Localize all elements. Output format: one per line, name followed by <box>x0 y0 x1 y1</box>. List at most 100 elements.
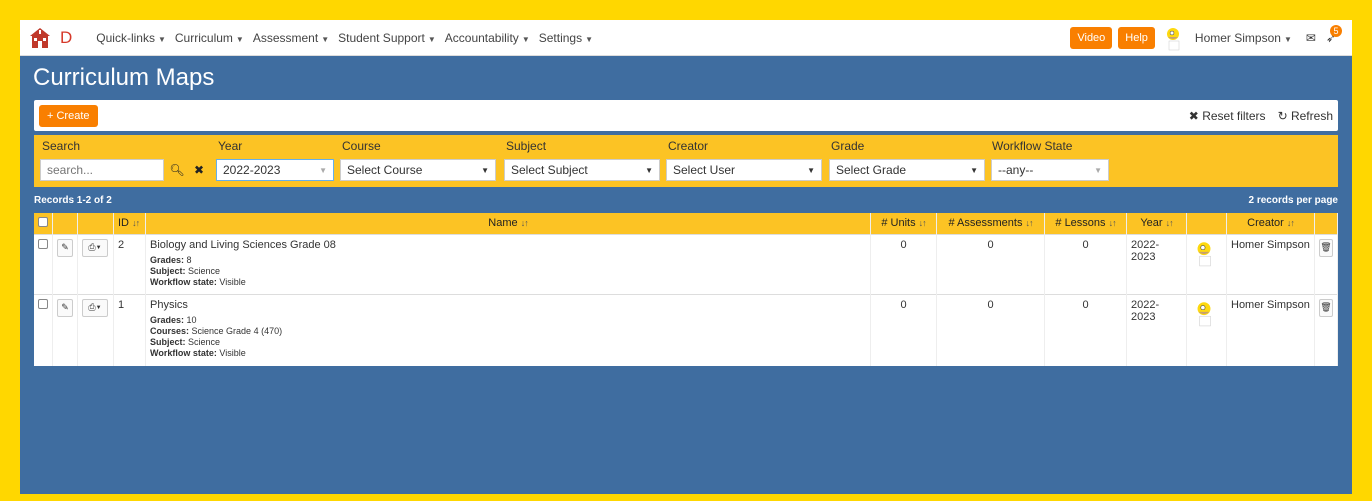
records-per-page[interactable]: 2 records per page <box>1249 195 1338 206</box>
caret-down-icon: ▼ <box>521 34 530 44</box>
workflow-label: Workflow State <box>992 139 1073 153</box>
courses-value: Science Grade 4 (470) <box>191 325 283 336</box>
name-cell: Physics Grades: 10 Courses: Science Grad… <box>145 293 871 366</box>
units-header[interactable]: # Units ↓↑ <box>870 213 937 234</box>
sort-icon: ↓↑ <box>918 218 927 229</box>
nav-settings[interactable]: Settings ▼ <box>539 31 593 45</box>
video-button[interactable]: Video <box>1070 26 1113 49</box>
create-button[interactable]: + Create <box>39 104 98 127</box>
print-dropdown-button[interactable]: ⎙ ▼ <box>82 238 108 257</box>
chevron-down-icon: ▼ <box>645 165 653 175</box>
search-icon[interactable]: 🔍︎ <box>166 159 188 181</box>
envelope-icon[interactable]: ✉ <box>1306 31 1316 45</box>
subject-label: Subject: <box>150 265 186 276</box>
reset-filters-link[interactable]: ✖ Reset filters <box>1189 109 1266 123</box>
clear-search-icon[interactable]: ✖ <box>188 159 210 181</box>
creator-cell: Homer Simpson <box>1226 233 1315 294</box>
nav-right: Video Help Homer Simpson ▼ ✉ ➶ 5 <box>1070 24 1344 51</box>
chevron-down-icon: ▼ <box>481 165 489 175</box>
edit-header <box>52 213 78 234</box>
caret-down-icon: ▼ <box>321 34 330 44</box>
id-header-label: ID <box>118 217 129 230</box>
map-name[interactable]: Physics <box>150 299 866 311</box>
row-checkbox[interactable] <box>38 238 48 249</box>
year-header-label: Year <box>1140 217 1163 230</box>
course-select[interactable]: Select Course ▼ <box>340 159 496 181</box>
lessons-header-label: # Lessons <box>1055 217 1106 230</box>
refresh-icon: ↻ <box>1277 108 1288 123</box>
year-label: Year <box>218 139 243 153</box>
table-header-row: ID ↓↑ Name ↓↑ # Units ↓↑ # Assessments ↓… <box>34 213 1338 234</box>
brand[interactable]: D <box>28 27 72 49</box>
subject-label: Subject <box>506 139 547 153</box>
course-value: Select Course <box>347 163 423 177</box>
user-menu[interactable]: Homer Simpson ▼ <box>1195 31 1292 45</box>
schoolhouse-icon <box>28 27 52 49</box>
grade-select[interactable]: Select Grade ▼ <box>829 159 985 181</box>
trash-icon[interactable]: 🗑︎ <box>1319 238 1333 257</box>
year-select[interactable]: 2022-2023 ▼ <box>216 159 334 181</box>
nav-student-support[interactable]: Student Support ▼ <box>338 31 436 45</box>
select-all-header[interactable] <box>34 213 53 234</box>
year-header[interactable]: Year ↓↑ <box>1126 213 1187 234</box>
assessments-header[interactable]: # Assessments ↓↑ <box>936 213 1045 234</box>
nav-label: Quick-links <box>96 30 155 45</box>
lessons-cell: 0 <box>1044 293 1127 366</box>
edit-cell: ✎ <box>52 293 78 366</box>
user-avatar[interactable] <box>1161 25 1185 51</box>
edit-cell: ✎ <box>52 233 78 294</box>
workflow-label: Workflow state: <box>150 347 217 358</box>
creator-value: Select User <box>673 163 736 177</box>
nav-label: Student Support <box>338 30 425 45</box>
brand-letter: D <box>60 27 73 47</box>
caret-down-icon: ▼ <box>1283 34 1292 44</box>
print-dropdown-button[interactable]: ⎙ ▼ <box>82 298 108 317</box>
subject-value: Select Subject <box>511 163 588 177</box>
creator-header[interactable]: Creator ↓↑ <box>1226 213 1315 234</box>
nav-accountability[interactable]: Accountability ▼ <box>445 31 530 45</box>
refresh-link[interactable]: ↻ Refresh <box>1278 109 1333 123</box>
print-cell: ⎙ ▼ <box>77 293 114 366</box>
workflow-line: Workflow state: Visible <box>150 277 866 288</box>
pencil-icon[interactable]: ✎ <box>57 298 73 317</box>
lessons-header[interactable]: # Lessons ↓↑ <box>1044 213 1127 234</box>
print-cell: ⎙ ▼ <box>77 233 114 294</box>
grades-label: Grades: <box>150 254 185 265</box>
creator-select[interactable]: Select User ▼ <box>666 159 822 181</box>
nav-assessment[interactable]: Assessment ▼ <box>253 31 329 45</box>
pencil-icon[interactable]: ✎ <box>57 238 73 257</box>
caret-down-icon: ▼ <box>95 304 102 311</box>
trash-icon[interactable]: 🗑︎ <box>1319 298 1333 317</box>
creator-avatar <box>1191 301 1217 330</box>
nav-label: Settings <box>538 30 583 45</box>
name-header[interactable]: Name ↓↑ <box>145 213 871 234</box>
grades-label: Grades: <box>150 314 185 325</box>
creator-avatar-cell <box>1186 293 1227 366</box>
row-select-cell <box>34 233 53 294</box>
help-button[interactable]: Help <box>1118 26 1155 49</box>
row-checkbox[interactable] <box>38 298 48 309</box>
nav-quick-links[interactable]: Quick-links ▼ <box>96 31 166 45</box>
subject-select[interactable]: Select Subject ▼ <box>504 159 660 181</box>
toolbar-right: ✖ Reset filters ↻ Refresh <box>1189 109 1333 123</box>
assessments-cell: 0 <box>936 233 1045 294</box>
id-cell: 1 <box>113 293 146 366</box>
id-header[interactable]: ID ↓↑ <box>113 213 146 234</box>
subject-line: Subject: Science <box>150 266 866 277</box>
caret-down-icon: ▼ <box>95 244 102 251</box>
search-input[interactable] <box>40 159 164 181</box>
subject-line: Subject: Science <box>150 337 866 348</box>
workflow-select[interactable]: --any-- ▼ <box>991 159 1109 181</box>
id-cell: 2 <box>113 233 146 294</box>
grades-line: Grades: 10 <box>150 315 866 326</box>
notifications[interactable]: ➶ 5 <box>1326 24 1342 45</box>
courses-label: Courses: <box>150 325 190 336</box>
nav-label: Accountability <box>444 30 519 45</box>
user-name: Homer Simpson <box>1194 30 1281 45</box>
sort-icon: ↓↑ <box>1286 218 1295 229</box>
select-all-checkbox[interactable] <box>38 216 48 227</box>
map-name[interactable]: Biology and Living Sciences Grade 08 <box>150 239 866 251</box>
chevron-down-icon: ▼ <box>807 165 815 175</box>
nav-curriculum[interactable]: Curriculum ▼ <box>175 31 244 45</box>
records-summary: Records 1-2 of 2 <box>34 194 112 206</box>
